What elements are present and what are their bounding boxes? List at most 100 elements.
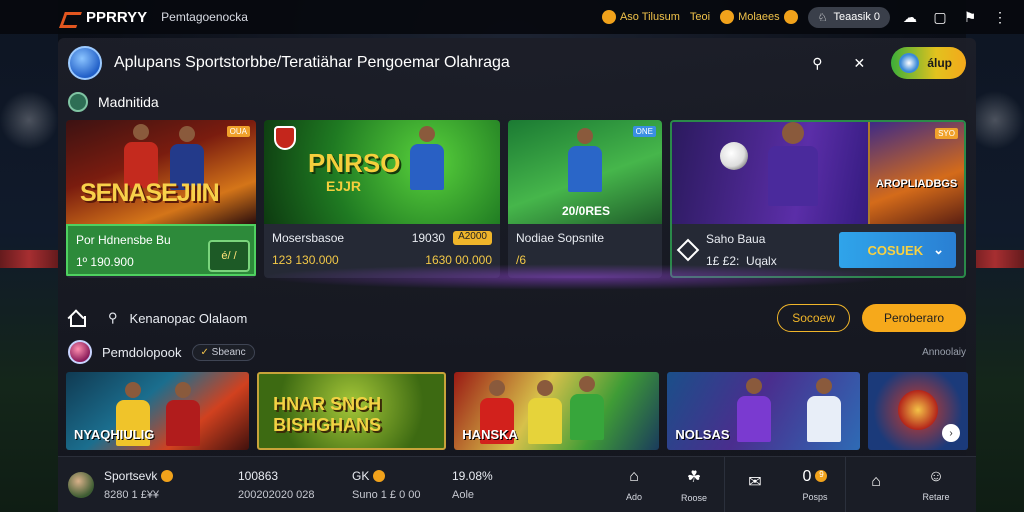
search-icon[interactable]: ⚲ bbox=[807, 53, 827, 73]
thumbnail-2[interactable]: HNAR SNCH BISHGHANS bbox=[257, 372, 447, 450]
bottom-stat-2-value: GK bbox=[352, 468, 370, 483]
stadium-backdrop-left bbox=[0, 0, 58, 512]
nav-button-2[interactable]: ☘ Roose bbox=[664, 467, 724, 503]
coin-icon bbox=[161, 470, 174, 483]
top-link-3-label: Molaees bbox=[738, 11, 780, 23]
hero-card-4-poster-text: AROPLIADBGS bbox=[876, 178, 958, 190]
hero-card-4-art: SYO AROPLIADBGS bbox=[672, 122, 964, 224]
section-heading-3: Pemdolopook ✓ Sbeanc Annoolaiy bbox=[58, 338, 976, 366]
hero-card-4-button[interactable]: COSUEK ⌄ bbox=[839, 232, 956, 268]
nav-button-1[interactable]: ⌂ Ado bbox=[604, 468, 664, 502]
section-2-title: Kenanopac Olalaom bbox=[129, 310, 248, 326]
top-link-2-label: Teoi bbox=[689, 11, 711, 23]
thumbnail-2-label: HNAR SNCH BISHGHANS bbox=[273, 394, 382, 435]
hero-card-2-art: PNRSO EJJR bbox=[264, 120, 500, 224]
section-2-outline-button[interactable]: Socoew bbox=[777, 304, 850, 332]
nav-button-4[interactable]: 09 Posps bbox=[785, 468, 845, 502]
bottom-user[interactable]: Sportsevk 8280 1 £¥¥ bbox=[68, 469, 238, 501]
bottom-bar: Sportsevk 8280 1 £¥¥ 100863 200202020 02… bbox=[58, 456, 976, 512]
hero-card-1-box[interactable]: é/ / bbox=[208, 240, 250, 272]
site-logo[interactable] bbox=[68, 46, 102, 80]
hero-card-4-button-label: COSUEK bbox=[867, 242, 924, 258]
soccer-ball-icon bbox=[720, 142, 748, 170]
home-icon: ⌂ bbox=[871, 472, 881, 490]
bottom-stat-2: GK Suno 1 £ 0 00 bbox=[352, 469, 452, 501]
hero-card-4-line2: 1£ £2: Uqalx bbox=[706, 254, 777, 268]
hero-card-2-pill[interactable]: A2000 bbox=[453, 231, 492, 245]
hero-card-2-info: Mosersbasoe 19030 A2000 123 130.000 1630… bbox=[264, 224, 500, 276]
player-figure bbox=[768, 122, 818, 206]
user-icon: ♘ bbox=[817, 11, 828, 24]
main-panel: Aplupans Sportstorbbe/Teratiähar Pengoem… bbox=[58, 38, 976, 512]
hero-card-4-poster: SYO AROPLIADBGS bbox=[868, 122, 964, 224]
nav-button-5[interactable]: ⌂ bbox=[846, 473, 906, 497]
brand[interactable]: PPRRYY bbox=[62, 9, 147, 26]
section-icon bbox=[68, 92, 88, 112]
more-menu-icon[interactable]: ⋮ bbox=[990, 7, 1010, 27]
expand-icon[interactable]: › bbox=[942, 424, 960, 442]
thumbnail-1[interactable]: NYAQHIULIG bbox=[66, 372, 250, 450]
coin-icon bbox=[783, 10, 798, 24]
header-cta-button[interactable]: álup bbox=[891, 47, 966, 79]
top-link-3[interactable]: Molaees bbox=[720, 10, 798, 24]
thumbnail-row: NYAQHIULIG HNAR SNCH BISHGHANS HANSKA NO… bbox=[58, 366, 976, 450]
user-pill[interactable]: ♘ Teaasik 0 bbox=[807, 6, 890, 28]
hero-card-2-title: Mosersbasoe bbox=[272, 231, 345, 245]
thumbnail-3[interactable]: HANSKA bbox=[454, 372, 660, 450]
header-actions: ⚲ ✕ álup bbox=[807, 47, 966, 79]
section-3-title: Pemdolopook bbox=[102, 344, 182, 360]
section-2-orange-button[interactable]: Peroberaro bbox=[861, 304, 966, 332]
avatar bbox=[68, 471, 94, 498]
thumbnail-5[interactable]: › bbox=[868, 372, 968, 450]
player-figure bbox=[410, 126, 444, 190]
bottom-user-sub: 8280 1 £¥¥ bbox=[104, 488, 160, 501]
header: Aplupans Sportstorbbe/Teratiähar Pengoem… bbox=[58, 38, 976, 88]
page-title: Aplupans Sportstorbbe/Teratiähar Pengoem… bbox=[114, 54, 510, 71]
chevron-down-icon: ⌄ bbox=[933, 242, 944, 257]
home-icon: ⌂ bbox=[629, 467, 639, 485]
nav-button-6[interactable]: ☺ Retare bbox=[906, 468, 966, 502]
top-link-1[interactable]: Aso Tilusum bbox=[601, 10, 680, 24]
hero-card-2[interactable]: PNRSO EJJR Mosersbasoe 19030 A2000 123 1… bbox=[264, 120, 500, 278]
mail-icon: ✉ bbox=[748, 473, 762, 491]
thumbnail-4-label: NOLSAS bbox=[675, 427, 730, 442]
bottom-stat-3-sub: Aole bbox=[452, 488, 475, 501]
section-heading-2: ⚲ Kenanopac Olalaom Socoew Peroberaro bbox=[58, 298, 976, 338]
hero-card-2-art-text: PNRSO bbox=[308, 148, 401, 178]
coin-icon bbox=[601, 10, 616, 24]
hero-card-4-badge: SYO bbox=[935, 128, 958, 139]
thumbnail-4[interactable]: NOLSAS bbox=[667, 372, 861, 450]
nav-button-2-label: Roose bbox=[680, 492, 707, 503]
player-figure bbox=[568, 128, 602, 192]
clover-icon: ☘ bbox=[686, 468, 702, 486]
notification-icon[interactable]: ⚑ bbox=[960, 7, 980, 27]
section-1-title: Madnitida bbox=[98, 94, 159, 110]
bottom-stat-1-sub: 200202020 028 bbox=[238, 488, 315, 501]
cloud-icon[interactable]: ☁ bbox=[900, 7, 920, 27]
bottom-stat-3: 19.08% Aole bbox=[452, 469, 562, 501]
hero-card-3-info: Nodiae Sopsnite /6 bbox=[508, 224, 662, 276]
section-3-chip-label: Sbeanc bbox=[211, 346, 246, 358]
hero-card-2-line2-right: 1630 00.000 bbox=[425, 253, 492, 267]
hero-card-4[interactable]: SYO AROPLIADBGS Saho Baua 1£ £2: Uqalx C… bbox=[670, 120, 966, 278]
top-link-2[interactable]: Teoi bbox=[690, 11, 710, 23]
section-3-chip[interactable]: ✓ Sbeanc bbox=[191, 343, 255, 361]
settings-icon[interactable]: ▢ bbox=[930, 7, 950, 27]
bottom-stat-1-value: 100863 bbox=[238, 468, 279, 483]
hero-card-3-title: Nodiae Sopsnite bbox=[516, 231, 605, 245]
top-right-group: Aso Tilusum Teoi Molaees ♘ Teaasik 0 ☁ ▢… bbox=[601, 6, 1010, 28]
hero-cards: OUA SENASEJIIN Por Hdnensbe Bu 1º 190.90… bbox=[58, 116, 976, 290]
player-figure bbox=[528, 380, 563, 444]
coin-icon bbox=[720, 10, 735, 24]
hero-card-3-art-text: 20/0RES bbox=[562, 204, 611, 218]
bottom-stat-1: 100863 200202020 028 bbox=[238, 469, 352, 501]
nav-button-3[interactable]: ✉ bbox=[725, 472, 785, 498]
close-icon[interactable]: ✕ bbox=[849, 53, 869, 73]
player-figure bbox=[570, 376, 605, 440]
hero-card-3[interactable]: ONE 20/0RES Nodiae Sopsnite /6 bbox=[508, 120, 662, 278]
player-figure bbox=[807, 378, 842, 442]
brand-logo-icon bbox=[62, 10, 80, 24]
bet-slip-glyph: 0 bbox=[802, 467, 812, 485]
home-icon[interactable] bbox=[68, 309, 86, 327]
hero-card-1[interactable]: OUA SENASEJIIN Por Hdnensbe Bu 1º 190.90… bbox=[66, 120, 256, 278]
